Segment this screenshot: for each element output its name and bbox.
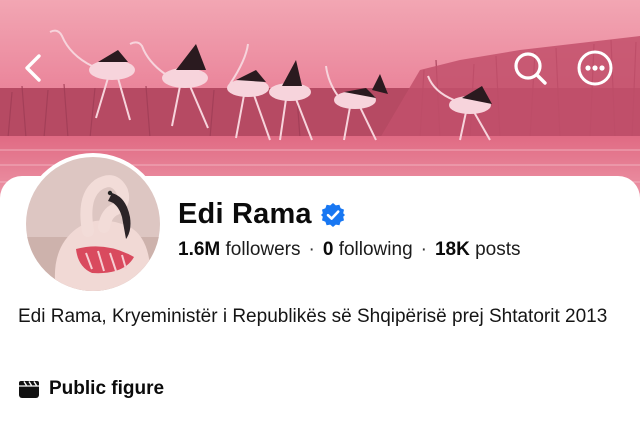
clapperboard-icon <box>18 379 40 399</box>
category-label: Public figure <box>49 378 165 399</box>
posts-count: 18K <box>434 239 470 260</box>
followers-stat[interactable]: 1.6M followers <box>178 239 301 260</box>
posts-stat[interactable]: 18K posts <box>435 239 521 260</box>
following-count: 0 <box>322 239 334 260</box>
verified-badge <box>320 202 346 228</box>
search-icon <box>514 52 547 85</box>
profile-stats: 1.6M followers · 0 following · 18K posts <box>178 239 521 261</box>
profile-name: Edi Rama <box>178 198 312 230</box>
more-horizontal-icon <box>577 50 613 86</box>
avatar[interactable] <box>22 153 164 295</box>
following-label: following <box>338 239 413 260</box>
following-stat[interactable]: 0 following <box>323 239 413 260</box>
followers-count: 1.6M <box>178 239 221 260</box>
back-button[interactable] <box>14 48 54 88</box>
stats-separator: · <box>308 239 315 260</box>
followers-label: followers <box>225 239 301 260</box>
avatar-image <box>26 157 160 291</box>
stats-separator: · <box>420 239 427 260</box>
chevron-left-icon <box>25 54 41 82</box>
more-options-button[interactable] <box>575 48 615 88</box>
profile-name-row: Edi Rama <box>178 198 346 231</box>
verified-badge-icon <box>320 202 345 227</box>
profile-bio: Edi Rama, Kryeministër i Republikës së S… <box>18 306 608 327</box>
profile-category: Public figure <box>18 378 164 400</box>
search-button[interactable] <box>510 48 550 88</box>
posts-label: posts <box>475 239 521 260</box>
